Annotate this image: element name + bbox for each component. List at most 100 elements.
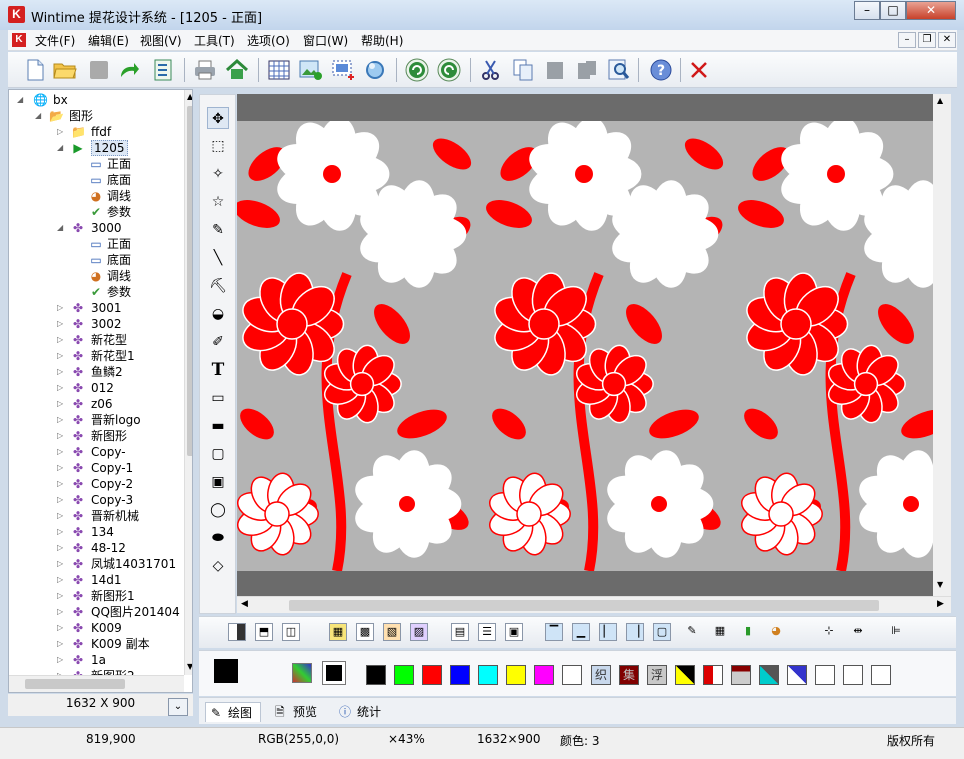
color-swatch[interactable] (422, 665, 442, 685)
color-swatch[interactable] (394, 665, 414, 685)
menu-options[interactable]: 选项(O) (247, 32, 290, 49)
eraser-icon[interactable]: ◒ (207, 303, 229, 325)
color-swatch[interactable] (534, 665, 554, 685)
open-folder-icon[interactable] (52, 57, 78, 83)
frame-icon[interactable] (330, 57, 356, 83)
rect-filled-icon[interactable]: ▬ (207, 415, 229, 437)
empty-swatch-3[interactable] (871, 665, 891, 685)
save-icon[interactable] (86, 57, 112, 83)
doc-minimize-button[interactable]: – (898, 32, 916, 48)
grid-option-icon[interactable]: ▦ (711, 623, 729, 641)
redo-icon[interactable] (116, 57, 142, 83)
transform-icon[interactable]: ⊹ (820, 623, 838, 641)
rect-select-icon[interactable]: ⬚ (207, 135, 229, 157)
mode-vertical-button[interactable]: ◫ (282, 623, 300, 641)
line-icon[interactable]: ╲ (207, 247, 229, 269)
color-swatch[interactable] (506, 665, 526, 685)
menu-view[interactable]: 视图(V) (140, 32, 182, 49)
align-center-button[interactable]: ▢ (653, 623, 671, 641)
ellipse-outline-icon[interactable]: ◯ (207, 499, 229, 521)
new-file-icon[interactable] (22, 57, 48, 83)
pattern-fill-button[interactable]: ▦ (329, 623, 347, 641)
histogram-icon[interactable]: ▮ (739, 623, 757, 641)
print-icon[interactable] (192, 57, 218, 83)
mode-horizontal-button[interactable]: ⬒ (255, 623, 273, 641)
layout-icon[interactable]: ⊫ (887, 623, 905, 641)
tree-vertical-scrollbar[interactable]: ▲ ▼ (184, 90, 192, 675)
table-button[interactable]: ▤ (451, 623, 469, 641)
tab-stats[interactable]: ⓘ 统计 (339, 702, 381, 722)
tab-preview[interactable]: 🗎 预览 (275, 702, 317, 722)
weave-swatch[interactable]: 集 (619, 665, 639, 685)
help-icon[interactable]: ? (648, 57, 674, 83)
empty-swatch-2[interactable] (843, 665, 863, 685)
foreground-color[interactable] (214, 659, 238, 683)
pattern-swatch-3[interactable] (731, 665, 751, 685)
rounded-rect-outline-icon[interactable]: ▢ (207, 443, 229, 465)
cross-fill-button[interactable]: ▨ (410, 623, 428, 641)
delete-icon[interactable] (686, 57, 712, 83)
texture-fill-button[interactable]: ▩ (356, 623, 374, 641)
color-swatch[interactable] (450, 665, 470, 685)
weave-swatch[interactable]: 织 (591, 665, 611, 685)
pattern-swatch-5[interactable] (787, 665, 807, 685)
ellipse-filled-icon[interactable]: ⬬ (207, 527, 229, 549)
dropper-icon[interactable]: ✐ (207, 331, 229, 353)
maximize-button[interactable]: □ (880, 1, 906, 20)
jacquard-design-canvas[interactable] (237, 94, 951, 596)
pencil-icon[interactable]: ✎ (207, 219, 229, 241)
menu-tools[interactable]: 工具(T) (194, 32, 235, 49)
menu-edit[interactable]: 编辑(E) (88, 32, 129, 49)
text-icon[interactable]: T (207, 359, 229, 381)
canvas-vertical-scrollbar[interactable]: ▲ ▼ (933, 94, 951, 596)
home-icon[interactable] (224, 57, 250, 83)
tree-horizontal-scrollbar[interactable] (9, 675, 184, 692)
rotate-left-icon[interactable] (404, 57, 430, 83)
rounded-rect-filled-icon[interactable]: ▣ (207, 471, 229, 493)
menu-window[interactable]: 窗口(W) (303, 32, 348, 49)
canvas-area[interactable] (237, 94, 951, 596)
pattern-swatch-2[interactable] (703, 665, 723, 685)
current-color-box[interactable] (322, 661, 346, 685)
paste-icon[interactable] (542, 57, 568, 83)
mode-normal-button[interactable] (228, 623, 246, 641)
menu-help[interactable]: 帮助(H) (361, 32, 403, 49)
paste-special-icon[interactable] (574, 57, 600, 83)
diagonal-fill-button[interactable]: ▧ (383, 623, 401, 641)
pattern-swatch-4[interactable] (759, 665, 779, 685)
move-icon[interactable]: ✥ (207, 107, 229, 129)
pie-chart-icon[interactable]: ◕ (767, 623, 785, 641)
align-bottom-button[interactable]: ▁ (572, 623, 590, 641)
color-picker-icon[interactable] (292, 663, 312, 683)
dropper-option-icon[interactable]: ✎ (683, 623, 701, 641)
canvas-horizontal-scrollbar[interactable]: ◀ ▶ (237, 596, 951, 613)
color-swatch[interactable] (478, 665, 498, 685)
copy-icon[interactable] (510, 57, 536, 83)
align-right-button[interactable]: ▕ (626, 623, 644, 641)
doc-restore-button[interactable]: ❐ (918, 32, 936, 48)
checklist-icon[interactable] (150, 57, 176, 83)
window-frame-button[interactable]: ▣ (505, 623, 523, 641)
pattern-swatch-1[interactable] (675, 665, 695, 685)
zoom-icon[interactable] (606, 57, 632, 83)
weave-swatch[interactable]: 浮 (647, 665, 667, 685)
recycle-icon[interactable] (362, 57, 388, 83)
color-swatch[interactable] (366, 665, 386, 685)
menu-file[interactable]: 文件(F) (35, 32, 75, 49)
image-add-icon[interactable] (298, 57, 324, 83)
size-dropdown-button[interactable]: ⌄ (168, 698, 188, 716)
minimize-button[interactable]: – (854, 1, 880, 20)
doc-close-button[interactable]: ✕ (938, 32, 956, 48)
align-left-button[interactable]: ▏ (599, 623, 617, 641)
close-button[interactable]: ✕ (906, 1, 956, 20)
fill-icon[interactable]: ⛏ (207, 275, 229, 297)
resize-icon[interactable]: ⇹ (849, 623, 867, 641)
rows-button[interactable]: ☰ (478, 623, 496, 641)
diamond-icon[interactable]: ◇ (207, 555, 229, 577)
lasso-icon[interactable]: ☆ (207, 191, 229, 213)
grid-view-icon[interactable] (266, 57, 292, 83)
magic-wand-icon[interactable]: ✧ (207, 163, 229, 185)
cut-icon[interactable] (478, 57, 504, 83)
tab-draw[interactable]: ✎ 绘图 (205, 702, 262, 722)
rotate-right-icon[interactable] (436, 57, 462, 83)
